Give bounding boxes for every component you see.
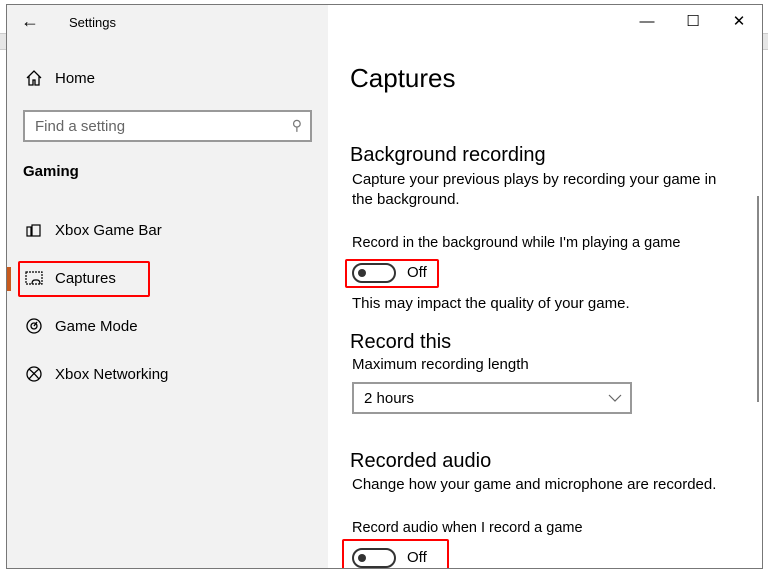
search-icon: ⚲ bbox=[291, 117, 302, 133]
background-recording-toggle[interactable] bbox=[352, 263, 396, 283]
home-label: Home bbox=[55, 70, 96, 87]
dropdown-value: 2 hours bbox=[364, 390, 415, 407]
toggle-state: Off bbox=[407, 264, 427, 281]
sidebar-item-xbox-game-bar[interactable]: Xbox Game Bar bbox=[17, 213, 317, 249]
recording-length-label: Maximum recording length bbox=[352, 356, 529, 373]
sidebar-item-label: Captures bbox=[55, 270, 116, 287]
selected-indicator bbox=[7, 267, 11, 291]
scrollbar[interactable] bbox=[757, 196, 759, 402]
window-title: Settings bbox=[69, 15, 116, 30]
quality-note: This may impact the quality of your game… bbox=[352, 295, 630, 312]
page-title: Captures bbox=[350, 63, 456, 93]
maximize-button[interactable]: ☐ bbox=[670, 5, 716, 37]
sidebar-item-label: Xbox Game Bar bbox=[55, 222, 162, 239]
sidebar-item-captures[interactable]: Captures bbox=[17, 261, 317, 297]
sidebar-item-label: Game Mode bbox=[55, 318, 138, 335]
background-recording-desc-2: the background. bbox=[352, 191, 460, 208]
back-button[interactable]: ← bbox=[21, 11, 39, 32]
close-button[interactable]: ✕ bbox=[716, 5, 762, 37]
background-recording-desc: Capture your previous plays by recording… bbox=[352, 171, 717, 188]
game-bar-icon bbox=[26, 224, 41, 237]
xbox-icon bbox=[26, 366, 42, 382]
recorded-audio-heading: Recorded audio bbox=[350, 450, 492, 472]
chevron-down-icon bbox=[608, 394, 622, 402]
home-icon bbox=[26, 70, 42, 86]
sidebar-item-game-mode[interactable]: Game Mode bbox=[17, 309, 317, 345]
background-recording-heading: Background recording bbox=[350, 144, 546, 166]
sidebar-item-xbox-networking[interactable]: Xbox Networking bbox=[17, 357, 317, 393]
sidebar: ← Settings Home Find a setting ⚲ Gaming … bbox=[7, 5, 328, 568]
toggle-state: Off bbox=[407, 549, 427, 566]
game-mode-icon bbox=[26, 318, 42, 334]
section-heading: Gaming bbox=[23, 163, 79, 180]
settings-window: ← Settings Home Find a setting ⚲ Gaming … bbox=[6, 4, 763, 569]
background-toggle-label: Record in the background while I'm playi… bbox=[352, 235, 681, 251]
recording-length-dropdown[interactable]: 2 hours bbox=[352, 382, 632, 414]
minimize-button[interactable]: — bbox=[624, 5, 670, 37]
captures-icon bbox=[25, 271, 43, 285]
record-this-heading: Record this bbox=[350, 331, 452, 353]
audio-toggle-label: Record audio when I record a game bbox=[352, 520, 583, 536]
main-content: — ☐ ✕ Captures Background recording Capt… bbox=[328, 5, 762, 568]
sidebar-item-home[interactable]: Home bbox=[17, 61, 317, 97]
search-placeholder: Find a setting bbox=[35, 118, 126, 135]
search-input[interactable]: Find a setting ⚲ bbox=[23, 110, 312, 142]
record-audio-toggle[interactable] bbox=[352, 548, 396, 568]
sidebar-item-label: Xbox Networking bbox=[55, 366, 169, 383]
recorded-audio-desc: Change how your game and microphone are … bbox=[352, 476, 717, 493]
